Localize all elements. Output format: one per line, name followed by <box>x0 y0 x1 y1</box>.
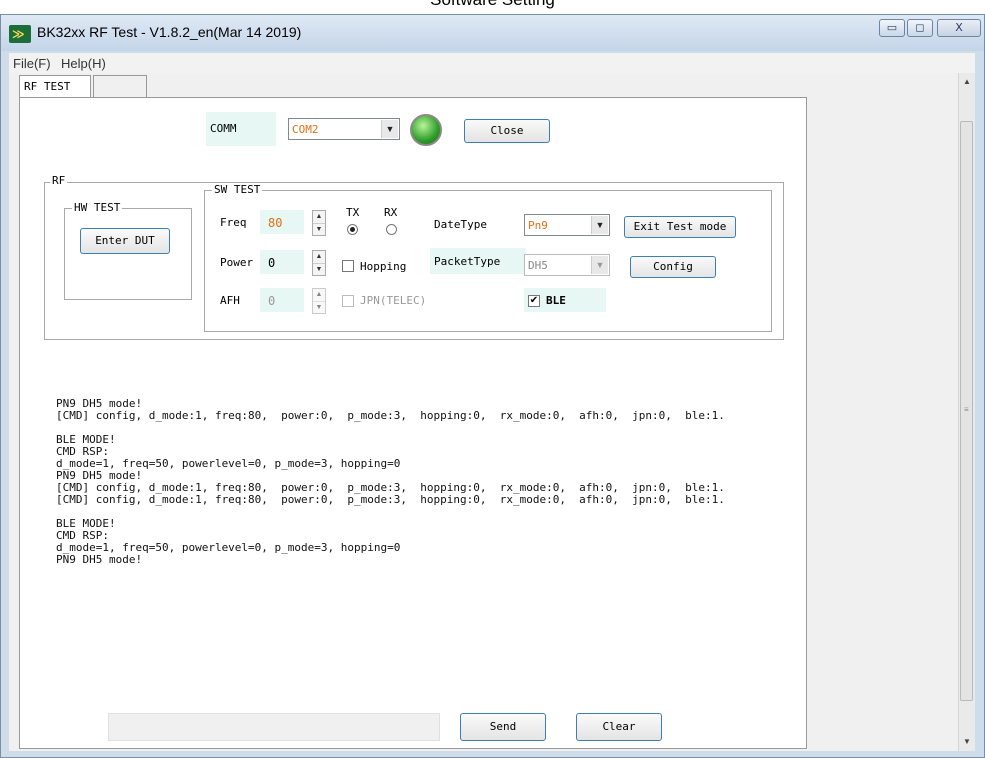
tab-rf-test[interactable]: RF TEST <box>19 75 91 97</box>
log-line: [CMD] config, d_mode:1, freq:80, power:0… <box>56 409 725 422</box>
log-line: BLE MODE! <box>56 433 116 446</box>
scroll-down-icon[interactable]: ▼ <box>963 737 971 746</box>
app-window: ≫ BK32xx RF Test - V1.8.2_en(Mar 14 2019… <box>0 14 985 758</box>
packettype-select[interactable]: DH5 ▼ <box>524 254 610 276</box>
menu-file[interactable]: File(F) <box>13 56 51 71</box>
log-line: [CMD] config, d_mode:1, freq:80, power:0… <box>56 493 725 506</box>
sw-test-title: SW TEST <box>212 183 263 196</box>
afh-label: AFH <box>220 294 240 307</box>
afh-field[interactable]: 0 <box>260 288 304 312</box>
client-area: RF TEST COMM COM2 ▼ Close RF HW TEST Ent… <box>9 73 975 751</box>
comm-label: COMM <box>206 112 276 146</box>
clear-button[interactable]: Clear <box>576 713 662 741</box>
close-port-button[interactable]: Close <box>464 119 550 143</box>
config-button[interactable]: Config <box>630 256 716 278</box>
hw-test-group <box>64 208 192 300</box>
rf-test-panel: COMM COM2 ▼ Close RF HW TEST Enter DUT S… <box>19 97 807 749</box>
power-field[interactable]: 0 <box>260 250 304 274</box>
scroll-up-icon[interactable]: ▲ <box>963 77 971 86</box>
log-output: PN9 DH5 mode! [CMD] config, d_mode:1, fre… <box>56 398 776 566</box>
menu-help[interactable]: Help(H) <box>61 56 106 71</box>
datetype-value: Pn9 <box>528 219 548 232</box>
connection-led-icon <box>410 114 442 146</box>
page-caption: Software Setting <box>0 0 985 10</box>
maximize-button[interactable]: ◻ <box>907 19 933 37</box>
chevron-down-icon: ▼ <box>381 120 398 138</box>
log-line: PN9 DH5 mode! <box>56 553 143 566</box>
comm-port-value: COM2 <box>292 123 319 136</box>
rx-radio[interactable] <box>386 224 397 235</box>
exit-test-mode-button[interactable]: Exit Test mode <box>624 216 736 238</box>
hopping-checkbox[interactable] <box>342 260 354 272</box>
rf-group-title: RF <box>50 174 68 187</box>
log-line: BLE MODE! <box>56 517 116 530</box>
tx-label: TX <box>346 206 360 219</box>
afh-value: 0 <box>268 294 276 308</box>
hopping-label: Hopping <box>360 260 407 273</box>
afh-spinner[interactable]: ▲ ▼ <box>312 288 326 314</box>
packettype-label: PacketType <box>434 255 501 268</box>
comm-port-select[interactable]: COM2 ▼ <box>288 118 400 140</box>
datetype-select[interactable]: Pn9 ▼ <box>524 214 610 236</box>
send-input[interactable] <box>108 713 440 741</box>
ble-label: BLE <box>546 294 566 307</box>
power-spinner[interactable]: ▲ ▼ <box>312 250 326 276</box>
window-title: BK32xx RF Test - V1.8.2_en(Mar 14 2019) <box>37 24 302 40</box>
freq-label: Freq <box>220 216 247 229</box>
close-window-button[interactable]: X <box>937 19 981 37</box>
freq-value: 80 <box>268 216 283 230</box>
packettype-value: DH5 <box>528 259 548 272</box>
tx-radio[interactable] <box>347 224 358 235</box>
ble-checkbox[interactable]: ✔ <box>528 295 540 307</box>
tab-second[interactable] <box>93 75 147 97</box>
chevron-down-icon: ▼ <box>591 256 608 274</box>
minimize-button[interactable]: ▭ <box>879 19 905 37</box>
power-value: 0 <box>268 256 276 270</box>
menu-bar: File(F) Help(H) <box>9 53 975 74</box>
jpn-label: JPN(TELEC) <box>360 294 427 307</box>
jpn-checkbox[interactable] <box>342 295 354 307</box>
freq-field[interactable]: 80 <box>260 210 304 234</box>
rx-label: RX <box>384 206 398 219</box>
app-icon: ≫ <box>9 25 31 43</box>
freq-spinner[interactable]: ▲ ▼ <box>312 210 326 236</box>
chevron-down-icon: ▼ <box>591 216 608 234</box>
send-button[interactable]: Send <box>460 713 546 741</box>
packettype-label-bg: PacketType <box>430 248 526 274</box>
enter-dut-button[interactable]: Enter DUT <box>80 228 170 254</box>
vertical-scrollbar[interactable]: ▲ ≡ ▼ <box>958 73 975 751</box>
hw-test-title: HW TEST <box>72 201 123 214</box>
datetype-label: DateType <box>434 218 487 231</box>
log-line: d_mode=1, freq=50, powerlevel=0, p_mode=… <box>56 457 401 470</box>
title-bar: ≫ BK32xx RF Test - V1.8.2_en(Mar 14 2019… <box>1 15 984 51</box>
scroll-thumb[interactable]: ≡ <box>960 121 973 701</box>
log-line: d_mode=1, freq=50, powerlevel=0, p_mode=… <box>56 541 401 554</box>
power-label: Power <box>220 256 254 269</box>
